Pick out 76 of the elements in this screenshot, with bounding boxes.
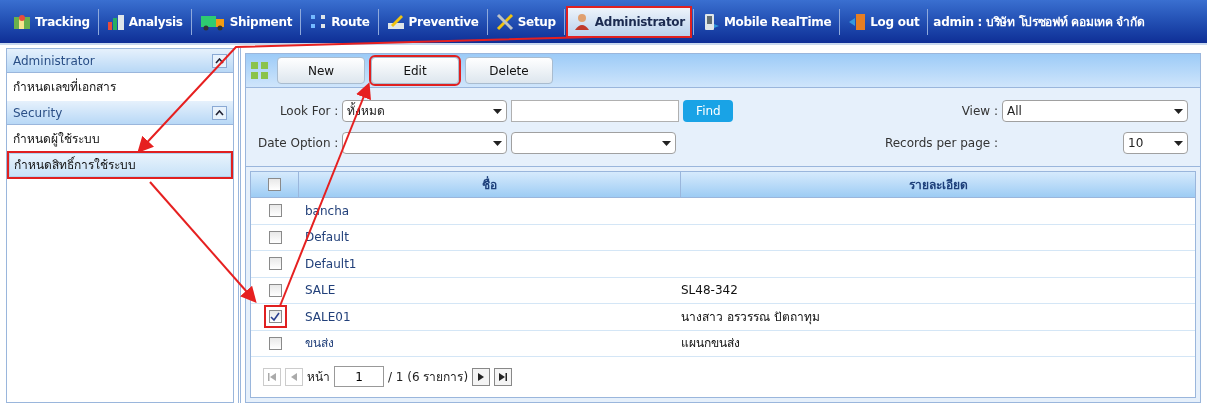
sidebar-section-header[interactable]: Administrator	[7, 49, 233, 73]
nav-tab[interactable]: Log out	[843, 7, 925, 36]
table-cell: ขนส่ง	[305, 336, 334, 351]
section-title: Security	[13, 104, 63, 122]
checkbox[interactable]	[268, 230, 282, 244]
date-option-select[interactable]	[342, 132, 508, 154]
previous-page-icon	[291, 372, 297, 381]
sidebar-item[interactable]: กำหนดเลขที่เอกสาร	[9, 75, 231, 99]
checkbox[interactable]	[268, 204, 282, 218]
table-cell: นางสาว อรวรรณ ปัตถาทุม	[681, 309, 820, 324]
user-icon	[572, 12, 591, 31]
next-page-button[interactable]	[472, 367, 491, 386]
door-icon	[848, 12, 867, 31]
nav-tab[interactable]: Mobile RealTime	[696, 7, 837, 36]
nav-tab[interactable]: Setup	[490, 7, 561, 36]
page-total-label: / 1 (6 รายการ)	[388, 368, 469, 386]
previous-page-button[interactable]	[285, 367, 303, 386]
first-page-button[interactable]	[263, 367, 281, 386]
dropdown-caret-icon	[1174, 140, 1183, 146]
pen-icon	[386, 12, 405, 31]
table-row[interactable]: ขนส่ง แผนกขนส่ง	[251, 330, 1195, 357]
dropdown-caret-icon	[493, 108, 503, 114]
toolbar-button[interactable]: New	[277, 57, 365, 84]
user-company-label: admin : บริษัท โปรซอฟท์ คอมเทค จำกัด	[933, 13, 1145, 31]
last-page-icon	[499, 372, 508, 381]
table-cell: SL48-342	[681, 283, 738, 298]
toolbar-button[interactable]: Edit	[371, 57, 459, 84]
nav-tab[interactable]: Tracking	[8, 7, 95, 36]
nav-tab[interactable]: Administrator	[567, 7, 690, 36]
next-page-icon	[478, 372, 485, 381]
tools-icon	[495, 12, 514, 31]
table-cell: Default1	[305, 256, 357, 271]
table-cell: แผนกขนส่ง	[681, 336, 740, 351]
table-row[interactable]: Default1	[251, 251, 1195, 278]
column-header[interactable]: ชื่อ	[482, 175, 497, 194]
table-cell: SALE01	[305, 309, 351, 324]
table-row[interactable]: SALE01 นางสาว อรวรรณ ปัตถาทุม	[251, 304, 1195, 331]
nav-tab[interactable]: Route	[304, 7, 375, 36]
toolbar-button[interactable]: Delete	[465, 57, 553, 84]
chevron-up-icon	[215, 109, 224, 116]
collapse-button[interactable]	[212, 53, 227, 68]
view-label: View :	[961, 103, 998, 120]
view-select[interactable]: All	[1002, 100, 1188, 122]
search-field[interactable]	[511, 100, 680, 122]
checkbox[interactable]	[268, 257, 282, 271]
grid-icon	[249, 59, 271, 82]
dropdown-caret-icon	[493, 140, 503, 146]
date-select[interactable]	[511, 132, 677, 154]
nav-tab[interactable]: Analysis	[101, 7, 188, 36]
records-per-page-select[interactable]: 10	[1123, 132, 1188, 154]
dots-icon	[309, 12, 328, 31]
checkbox[interactable]	[268, 283, 282, 297]
records-per-page-label: Records per page :	[884, 135, 998, 152]
table-row[interactable]: SALE SL48-342	[251, 277, 1195, 304]
nav-tab[interactable]: Shipment	[194, 7, 298, 36]
section-title: Administrator	[13, 52, 95, 70]
checkbox[interactable]	[268, 178, 281, 191]
chevron-up-icon	[215, 57, 224, 64]
table-cell: SALE	[305, 283, 336, 298]
checkbox[interactable]	[268, 336, 282, 350]
page-field[interactable]: 1	[334, 366, 384, 387]
dropdown-caret-icon	[1174, 108, 1183, 114]
page-label: หน้า	[307, 368, 330, 386]
sidebar-item[interactable]: กำหนดผู้ใช้ระบบ	[9, 127, 231, 151]
date-option-label: Date Option :	[258, 135, 339, 152]
sidebar-item[interactable]: กำหนดสิทธิ์การใช้ระบบ	[9, 153, 231, 177]
bar-chart-icon	[106, 12, 125, 31]
sidebar-section-header[interactable]: Security	[7, 101, 233, 125]
collapse-button[interactable]	[212, 105, 227, 120]
last-page-button[interactable]	[494, 367, 513, 386]
first-page-icon	[268, 372, 276, 381]
nav-tab[interactable]: Preventive	[381, 7, 484, 36]
dropdown-caret-icon	[662, 140, 672, 146]
look-for-label: Look For :	[278, 103, 339, 120]
column-header[interactable]: รายละเอียด	[908, 175, 968, 194]
map-icon	[13, 12, 31, 31]
